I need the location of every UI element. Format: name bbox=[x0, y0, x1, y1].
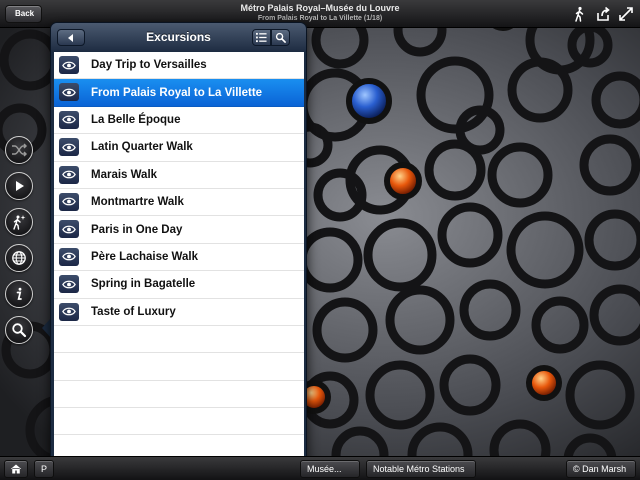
list-view-button[interactable] bbox=[252, 29, 271, 46]
popover-search-button[interactable] bbox=[271, 29, 290, 46]
list-icon bbox=[256, 32, 267, 43]
excursion-label: La Belle Époque bbox=[91, 113, 181, 126]
excursion-row[interactable]: Père Lachaise Walk bbox=[54, 244, 304, 272]
eye-icon[interactable] bbox=[59, 220, 79, 239]
empty-row bbox=[54, 408, 304, 436]
excursion-list: Day Trip to Versailles From Palais Royal … bbox=[54, 52, 304, 468]
excursion-label: Marais Walk bbox=[91, 168, 158, 181]
info-button[interactable] bbox=[5, 280, 33, 308]
bottom-toolbar: P Musée... Notable Métro Stations © Dan … bbox=[0, 456, 640, 480]
excursions-popover: Excursions Day Trip to Versailles From Pa… bbox=[50, 22, 307, 471]
globe-button[interactable] bbox=[5, 244, 33, 272]
eye-icon[interactable] bbox=[59, 275, 79, 294]
tour-walker-button[interactable] bbox=[5, 208, 33, 236]
excursion-label: Père Lachaise Walk bbox=[91, 250, 198, 263]
excursion-label: Taste of Luxury bbox=[91, 305, 176, 318]
walker-icon[interactable] bbox=[571, 6, 587, 22]
eye-icon[interactable] bbox=[59, 56, 79, 74]
eye-icon[interactable] bbox=[59, 110, 79, 129]
empty-row bbox=[54, 381, 304, 409]
eye-icon[interactable] bbox=[59, 302, 79, 321]
search-icon bbox=[12, 323, 27, 338]
home-icon bbox=[10, 464, 22, 474]
walker-sparkle-icon bbox=[13, 215, 26, 230]
breadcrumb-musee-button[interactable]: Musée... bbox=[300, 460, 360, 478]
empty-row bbox=[54, 326, 304, 354]
eye-icon[interactable] bbox=[59, 247, 79, 266]
back-arrow-icon bbox=[68, 33, 73, 42]
notable-metro-stations-button[interactable]: Notable Métro Stations bbox=[366, 460, 476, 478]
excursion-row[interactable]: Day Trip to Versailles bbox=[54, 52, 304, 80]
globe-icon bbox=[12, 251, 26, 265]
popover-back-button[interactable] bbox=[57, 29, 85, 46]
popover-header: Excursions bbox=[51, 23, 306, 51]
photo-credit-button[interactable]: © Dan Marsh bbox=[566, 460, 636, 478]
page-title: Métro Palais Royal–Musée du Louvre bbox=[240, 3, 400, 13]
share-icon[interactable] bbox=[595, 6, 611, 22]
excursion-row[interactable]: La Belle Époque bbox=[54, 107, 304, 135]
excursion-row[interactable]: Paris in One Day bbox=[54, 216, 304, 244]
excursion-row[interactable]: Marais Walk bbox=[54, 162, 304, 189]
play-button[interactable] bbox=[5, 172, 33, 200]
popover-title: Excursions bbox=[146, 30, 211, 44]
excursion-label: Latin Quarter Walk bbox=[91, 141, 193, 154]
excursion-row[interactable]: From Palais Royal to La Villette bbox=[54, 79, 304, 107]
back-button[interactable]: Back bbox=[5, 5, 43, 23]
excursion-label: From Palais Royal to La Villette bbox=[91, 86, 263, 99]
shuffle-icon bbox=[12, 143, 27, 157]
excursion-label: Paris in One Day bbox=[91, 223, 183, 236]
excursion-row[interactable]: Spring in Bagatelle bbox=[54, 271, 304, 299]
search-button[interactable] bbox=[5, 316, 33, 344]
search-icon bbox=[275, 32, 286, 43]
eye-icon[interactable] bbox=[59, 83, 79, 102]
excursion-row[interactable]: Montmartre Walk bbox=[54, 189, 304, 217]
home-button[interactable] bbox=[4, 460, 28, 478]
shuffle-button[interactable] bbox=[5, 136, 33, 164]
info-icon bbox=[16, 287, 22, 300]
excursion-label: Day Trip to Versailles bbox=[91, 59, 207, 72]
fullscreen-icon[interactable] bbox=[618, 6, 634, 22]
eye-icon[interactable] bbox=[59, 192, 79, 211]
excursion-row[interactable]: Taste of Luxury bbox=[54, 299, 304, 326]
eye-icon[interactable] bbox=[59, 138, 79, 157]
page-subtitle: From Palais Royal to La Villette (1/18) bbox=[257, 15, 383, 22]
excursion-row[interactable]: Latin Quarter Walk bbox=[54, 134, 304, 162]
play-icon bbox=[16, 181, 24, 191]
eye-icon[interactable] bbox=[59, 165, 79, 184]
empty-row bbox=[54, 353, 304, 381]
excursion-label: Montmartre Walk bbox=[91, 196, 184, 209]
excursion-label: Spring in Bagatelle bbox=[91, 278, 196, 291]
breadcrumb-station-button[interactable]: P bbox=[34, 460, 54, 478]
